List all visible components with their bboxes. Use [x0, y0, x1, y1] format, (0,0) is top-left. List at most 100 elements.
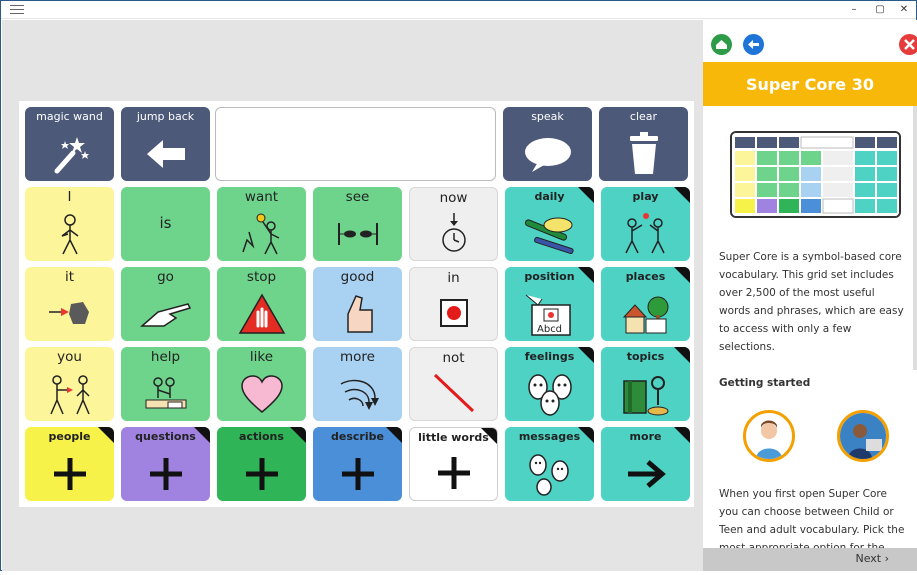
- home-icon[interactable]: [711, 34, 732, 55]
- faces-icon: [505, 371, 594, 417]
- plus-icon: [121, 451, 210, 497]
- heart-icon: [217, 371, 306, 417]
- tile-label: little words: [418, 431, 489, 444]
- tile-label: more: [629, 430, 662, 443]
- helping-people-icon: [121, 371, 210, 417]
- category-tile-people[interactable]: people: [25, 427, 114, 501]
- category-tile-position[interactable]: position Abcd: [505, 267, 594, 341]
- tile-label: people: [48, 430, 91, 443]
- message-bar[interactable]: [215, 107, 496, 181]
- help-intro-text: Super Core is a symbol-based core vocabu…: [719, 251, 904, 353]
- talking-faces-icon: [505, 451, 594, 497]
- help-panel: Super Core 30 Super Core is a symbol-bas…: [703, 20, 917, 572]
- tile-label: now: [439, 190, 468, 206]
- tile-label: topics: [626, 350, 665, 363]
- category-tile-feelings[interactable]: feelings: [505, 347, 594, 421]
- left-arrow-icon: [121, 131, 210, 177]
- help-panel-toolbar: [703, 20, 917, 62]
- tile-label: speak: [531, 110, 564, 123]
- tile-label: is: [159, 214, 172, 232]
- getting-started-heading: Getting started: [719, 377, 811, 389]
- dot-inside-box-icon: [410, 290, 497, 336]
- more-swirl-icon: [313, 371, 402, 417]
- stop-hand-icon: [217, 291, 306, 337]
- word-tile-is[interactable]: is: [121, 187, 210, 261]
- word-tile-go[interactable]: go: [121, 267, 210, 341]
- maximize-button[interactable]: ▢: [870, 2, 890, 18]
- tile-label: feelings: [524, 350, 575, 363]
- word-tile-want[interactable]: want: [217, 187, 306, 261]
- word-tile-in[interactable]: in: [409, 267, 498, 341]
- word-tile-more[interactable]: more: [313, 347, 402, 421]
- plus-icon: [313, 451, 402, 497]
- tile-label: places: [625, 270, 666, 283]
- magic-wand-icon: [25, 131, 114, 177]
- word-tile-you[interactable]: you: [25, 347, 114, 421]
- magic-wand-button[interactable]: magic wand: [25, 107, 114, 181]
- close-icon[interactable]: [899, 34, 917, 55]
- tile-label: in: [447, 270, 460, 286]
- word-tile-see[interactable]: see: [313, 187, 402, 261]
- word-tile-like[interactable]: like: [217, 347, 306, 421]
- thumbs-up-icon: [313, 291, 402, 337]
- next-button[interactable]: Next ›: [703, 548, 917, 571]
- tile-label: describe: [331, 430, 384, 443]
- tile-label: position: [524, 270, 575, 283]
- tile-label: jump back: [136, 110, 195, 123]
- help-title: Super Core 30: [703, 62, 917, 106]
- clear-button[interactable]: clear: [599, 107, 688, 181]
- category-tile-questions[interactable]: questions: [121, 427, 210, 501]
- minimize-button[interactable]: –: [844, 2, 864, 18]
- child-avatar-icon[interactable]: [743, 410, 795, 462]
- back-arrow-icon[interactable]: [743, 34, 764, 55]
- tile-label: not: [442, 350, 465, 366]
- category-tile-describe[interactable]: describe: [313, 427, 402, 501]
- teen-adult-avatar-icon[interactable]: [837, 410, 889, 462]
- tile-label: I: [67, 189, 72, 205]
- category-tile-daily[interactable]: daily: [505, 187, 594, 261]
- tile-label: see: [345, 189, 370, 205]
- category-tile-play[interactable]: play: [601, 187, 690, 261]
- tile-label: daily: [534, 190, 565, 203]
- speak-button[interactable]: speak: [503, 107, 592, 181]
- word-tile-now[interactable]: now: [409, 187, 498, 261]
- menu-icon[interactable]: [10, 5, 24, 15]
- help-scrollbar[interactable]: [913, 106, 917, 370]
- word-tile-stop[interactable]: stop: [217, 267, 306, 341]
- tile-label: more: [340, 349, 375, 365]
- word-tile-not[interactable]: not: [409, 347, 498, 421]
- red-slash-icon: [410, 370, 497, 416]
- plus-icon: [217, 451, 306, 497]
- person-pointing-other-icon: [25, 371, 114, 417]
- tile-label: magic wand: [36, 110, 103, 123]
- grid-preview-image: [730, 131, 901, 218]
- plus-icon: [410, 450, 497, 496]
- tile-label: want: [244, 189, 279, 205]
- tile-label: clear: [629, 110, 658, 123]
- tile-label: like: [249, 349, 274, 365]
- word-tile-help[interactable]: help: [121, 347, 210, 421]
- person-reaching-icon: [217, 211, 306, 257]
- category-tile-little-words[interactable]: little words: [409, 427, 498, 501]
- word-tile-i[interactable]: I: [25, 187, 114, 261]
- jump-back-button[interactable]: jump back: [121, 107, 210, 181]
- tile-label: you: [57, 349, 82, 365]
- category-tile-messages[interactable]: messages: [505, 427, 594, 501]
- word-tile-it[interactable]: it: [25, 267, 114, 341]
- vocabulary-grid: magic wand jump back speak clear I is wa…: [19, 101, 694, 507]
- tile-label: go: [157, 269, 174, 285]
- category-tile-topics[interactable]: topics: [601, 347, 690, 421]
- app-window: – ▢ ✕ magic wand jump back speak clear I…: [0, 0, 917, 572]
- category-tile-places[interactable]: places: [601, 267, 690, 341]
- plus-icon: [25, 451, 114, 497]
- window-close-button[interactable]: ✕: [894, 2, 914, 18]
- position-card-text: Abcd: [537, 324, 562, 335]
- word-tile-good[interactable]: good: [313, 267, 402, 341]
- tile-label: good: [340, 269, 375, 285]
- person-pointing-self-icon: [25, 211, 114, 257]
- clock-now-icon: [410, 210, 497, 256]
- point-to-object-icon: [25, 291, 114, 337]
- right-arrow-icon: [601, 451, 690, 497]
- category-tile-more[interactable]: more: [601, 427, 690, 501]
- category-tile-actions[interactable]: actions: [217, 427, 306, 501]
